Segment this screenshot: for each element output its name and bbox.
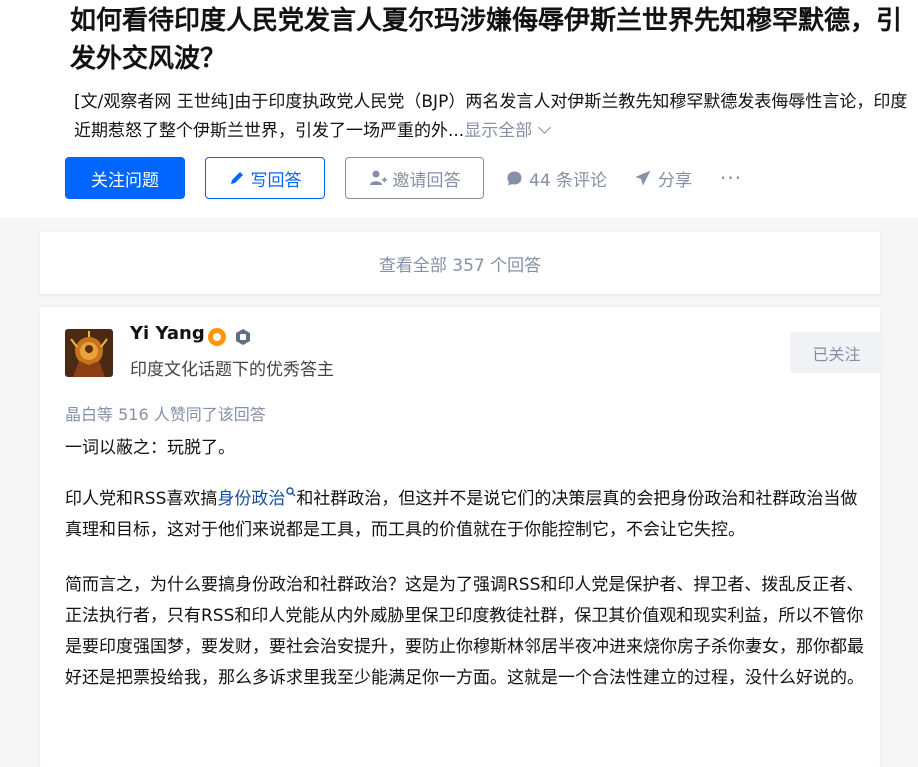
followed-label: 已关注 xyxy=(812,344,861,364)
comments-label: 44 条评论 xyxy=(529,170,608,191)
write-answer-label: 写回答 xyxy=(250,170,302,191)
question-description: [文/观察者网 王世纯]由于印度执政党人民党（BJP）两名发言人对伊斯兰教先知穆… xyxy=(74,88,912,146)
share-button[interactable]: 分享 xyxy=(634,157,692,199)
invite-icon xyxy=(369,170,387,185)
paragraph: 印人党和RSS喜欢搞身份政治 和社群政治，但这并不是说它们的决策层真的会把身份政治… xyxy=(65,484,865,546)
question-header: 如何看待印度人民党发言人夏尔玛涉嫌侮辱伊斯兰世界先知穆罕默德，引发外交风波？ [… xyxy=(0,0,918,218)
more-label: ··· xyxy=(720,166,743,190)
chevron-down-icon xyxy=(538,121,552,134)
badge-icon[interactable] xyxy=(208,328,226,346)
show-all-button[interactable]: 显示全部 xyxy=(464,121,552,141)
comment-icon xyxy=(507,171,522,185)
follow-question-label: 关注问题 xyxy=(91,170,159,191)
invite-answer-label: 邀请回答 xyxy=(392,170,461,191)
more-button[interactable]: ··· xyxy=(720,157,742,199)
share-label: 分享 xyxy=(658,170,692,191)
author-name[interactable]: Yi Yang xyxy=(130,323,205,344)
share-icon xyxy=(635,170,651,186)
followed-button[interactable]: 已关注 xyxy=(790,332,883,373)
write-answer-button[interactable]: 写回答 xyxy=(205,157,325,199)
pencil-icon xyxy=(230,172,243,184)
paragraph-text: 印人党和RSS喜欢搞 xyxy=(65,489,218,509)
follow-question-button[interactable]: 关注问题 xyxy=(65,157,185,199)
voters-text[interactable]: 晶白等 516 人赞同了该回答 xyxy=(65,401,266,425)
avatar[interactable] xyxy=(65,329,113,377)
show-all-label: 显示全部 xyxy=(464,121,533,141)
answer-card: Yi Yang 印度文化话题下的优秀答主 已关注 晶白等 516 人赞同了该回答… xyxy=(40,307,883,767)
view-all-answers-button[interactable]: 查看全部 357 个回答 xyxy=(40,232,880,294)
answer-content: 一词以蔽之：玩脱了。 印人党和RSS喜欢搞身份政治 和社群政治，但这并不是说它们的… xyxy=(65,433,865,718)
avatar-image xyxy=(65,329,113,377)
topic-link[interactable]: 身份政治 xyxy=(217,487,296,509)
paragraph: 简而言之，为什么要搞身份政治和社群政治？这是为了强调RSS和印人党是保护者、捍卫… xyxy=(65,575,864,688)
comments-button[interactable]: 44 条评论 xyxy=(506,157,607,199)
invite-answer-button[interactable]: 邀请回答 xyxy=(345,157,484,199)
topic-link-text: 身份政治 xyxy=(217,489,286,509)
question-title[interactable]: 如何看待印度人民党发言人夏尔玛涉嫌侮辱伊斯兰世界先知穆罕默德，引发外交风波？ xyxy=(70,2,910,78)
view-all-answers-label: 查看全部 357 个回答 xyxy=(378,255,542,276)
search-icon xyxy=(286,487,296,497)
paragraph: 一词以蔽之：玩脱了。 xyxy=(65,438,235,458)
hexagon-badge-icon[interactable] xyxy=(234,328,252,346)
author-headline: 印度文化话题下的优秀答主 xyxy=(130,360,334,380)
